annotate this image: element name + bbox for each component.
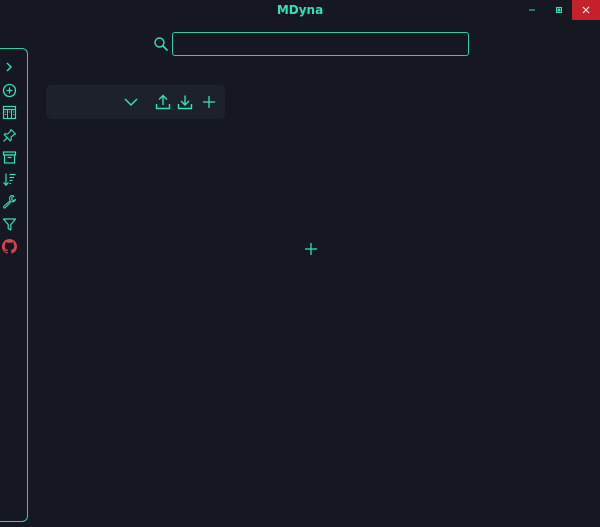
wrench-icon: [2, 194, 17, 209]
card-add-button[interactable]: [201, 94, 217, 110]
plus-icon: [202, 95, 216, 109]
chevron-right-icon: [2, 60, 16, 74]
maximize-button[interactable]: [545, 0, 573, 20]
sidebar-expand-button[interactable]: [1, 59, 17, 75]
search-icon: [153, 36, 169, 52]
sort-icon: [2, 172, 17, 187]
minimize-icon: [528, 6, 536, 14]
plus-icon: [304, 242, 318, 256]
add-note-button[interactable]: [303, 241, 319, 257]
sidebar-board-button[interactable]: [1, 104, 17, 120]
export-button[interactable]: [155, 94, 171, 110]
filter-icon: [2, 217, 17, 232]
sidebar: [0, 48, 28, 522]
import-button[interactable]: [177, 94, 193, 110]
minimize-button[interactable]: [518, 0, 546, 20]
plus-circle-icon: [2, 83, 17, 98]
sidebar-sort-button[interactable]: [1, 171, 17, 187]
sidebar-github-button[interactable]: [1, 238, 17, 254]
board-icon: [2, 105, 17, 120]
sidebar-filter-button[interactable]: [1, 216, 17, 232]
search-input[interactable]: [172, 32, 469, 56]
close-button[interactable]: [572, 0, 600, 20]
pin-icon: [2, 128, 17, 143]
collapse-button[interactable]: [123, 94, 139, 110]
sidebar-add-note-button[interactable]: [1, 82, 17, 98]
note-card: [46, 85, 225, 119]
maximize-icon: [555, 6, 563, 14]
app-window: MDyna: [0, 0, 600, 527]
close-icon: [582, 6, 590, 14]
upload-icon: [155, 94, 171, 110]
chevron-down-icon: [123, 94, 139, 110]
title-bar[interactable]: MDyna: [0, 0, 600, 20]
sidebar-archive-button[interactable]: [1, 149, 17, 165]
github-icon: [1, 238, 17, 254]
download-icon: [177, 94, 193, 110]
sidebar-settings-button[interactable]: [1, 193, 17, 209]
sidebar-pin-button[interactable]: [1, 127, 17, 143]
archive-icon: [2, 150, 17, 165]
window-title: MDyna: [276, 3, 324, 17]
